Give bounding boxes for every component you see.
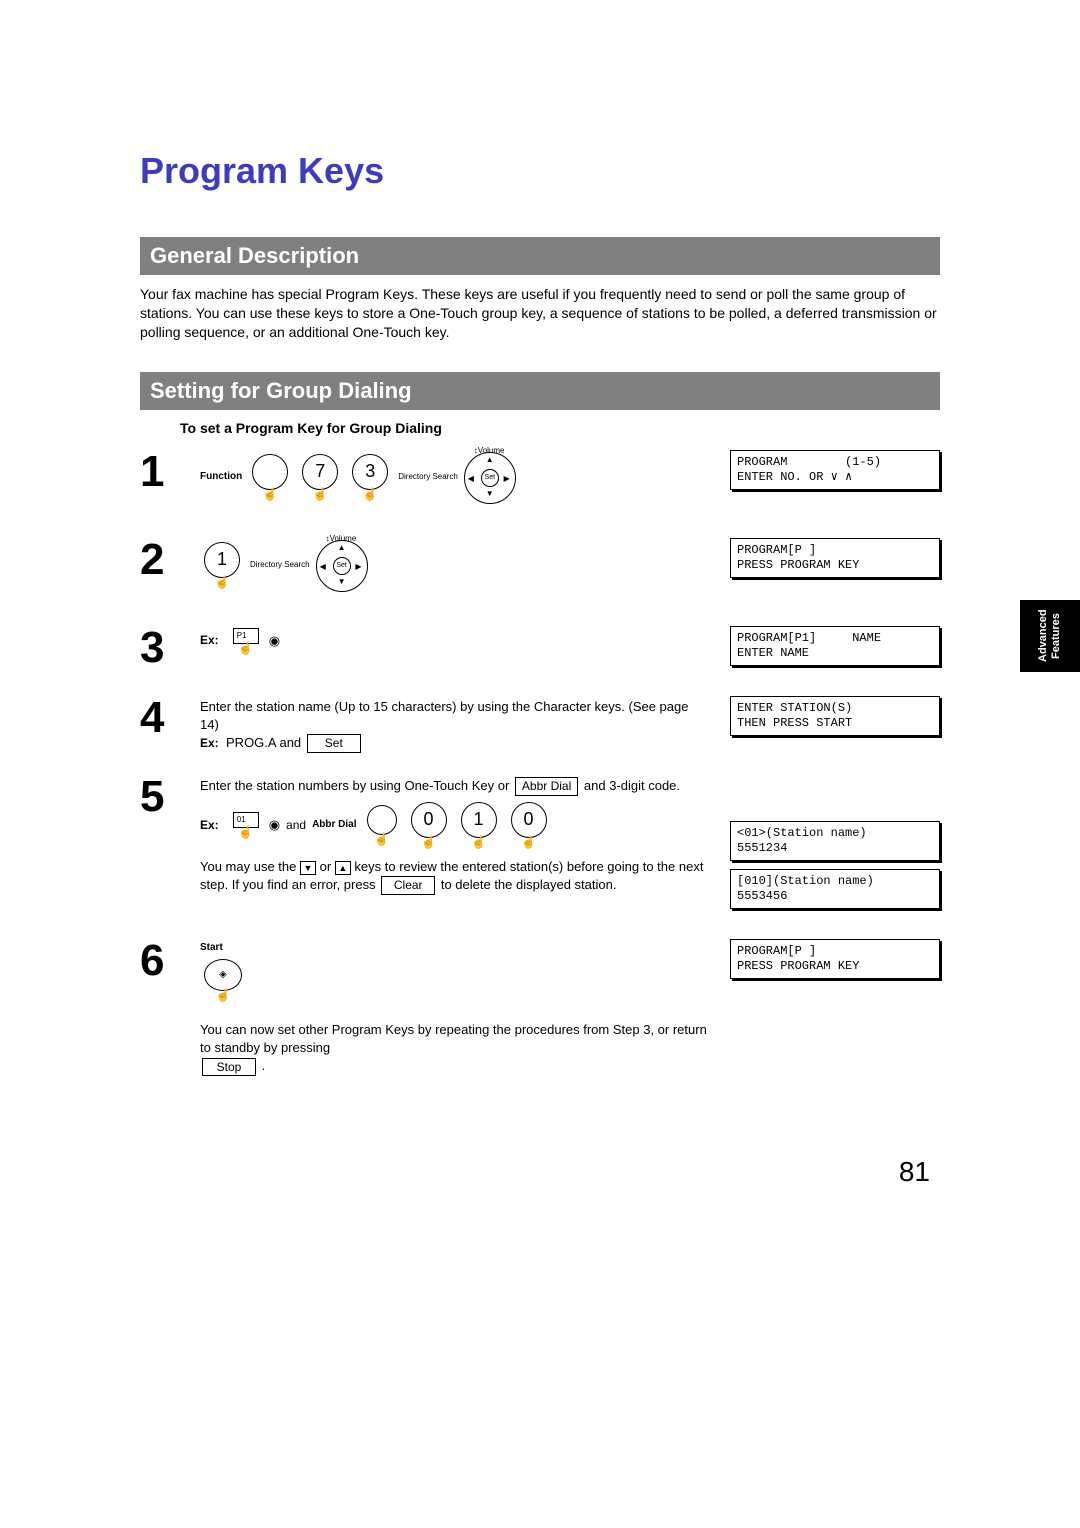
- hand-icon: ☝: [215, 576, 230, 588]
- hand-icon: ☝: [521, 836, 536, 848]
- key-1[interactable]: 1 ☝: [204, 542, 240, 588]
- side-tab: Advanced Features: [1020, 600, 1080, 672]
- step-text: Enter the station numbers by using One-T…: [200, 778, 509, 793]
- directory-search-label: Directory Search: [250, 561, 310, 569]
- record-icon: ◉: [269, 632, 280, 650]
- function-key[interactable]: ☝: [252, 454, 288, 500]
- key-0b[interactable]: 0 ☝: [511, 802, 547, 848]
- lcd-display: PROGRAM[P ] PRESS PROGRAM KEY: [730, 939, 940, 979]
- key-p1[interactable]: P1 ☝: [233, 628, 259, 654]
- hand-icon: ☝: [216, 989, 231, 1001]
- step-3: 3 Ex: P1 ☝ ◉ PROGRAM[P1] NAME ENTER NAME: [140, 622, 940, 674]
- step-body: Function ☝ 7 ☝ 3 ☝ Directory Search Set: [200, 446, 730, 502]
- step-1: 1 Function ☝ 7 ☝ 3 ☝ Directory Search: [140, 446, 940, 516]
- down-arrow-key[interactable]: ▼: [300, 861, 316, 875]
- start-label: Start: [200, 941, 223, 955]
- step-2: 2 1 ☝ Directory Search Set ▲ ▼ ◀ ▶ ↕Volu…: [140, 534, 940, 604]
- step-body: 1 ☝ Directory Search Set ▲ ▼ ◀ ▶ ↕Volume: [200, 534, 730, 590]
- step-body: Start ◈ ☝ You can now set other Program …: [200, 935, 730, 1076]
- ex-label: Ex:: [200, 736, 222, 750]
- general-description-body: Your fax machine has special Program Key…: [140, 285, 940, 342]
- step-body: Enter the station numbers by using One-T…: [200, 771, 730, 895]
- step-number: 4: [140, 692, 200, 740]
- step-6: 6 Start ◈ ☝ You can now set other Progra…: [140, 935, 940, 1076]
- lcd-display: PROGRAM (1-5) ENTER NO. OR ∨ ∧: [730, 450, 940, 490]
- key-3[interactable]: 3 ☝: [352, 454, 388, 500]
- nav-set-key[interactable]: Set ▲ ▼ ◀ ▶: [316, 540, 366, 590]
- lcd-display: [010](Station name) 5553456: [730, 869, 940, 909]
- step-number: 5: [140, 771, 200, 819]
- lcd-display: PROGRAM[P ] PRESS PROGRAM KEY: [730, 538, 940, 578]
- step-text: and 3-digit code.: [584, 778, 680, 793]
- step-body: Enter the station name (Up to 15 charact…: [200, 692, 730, 753]
- step-text: or: [320, 859, 335, 874]
- step-number: 2: [140, 534, 200, 582]
- step-number: 6: [140, 935, 200, 983]
- key-7[interactable]: 7 ☝: [302, 454, 338, 500]
- step-number: 1: [140, 446, 200, 494]
- nav-set-key[interactable]: Set ▲ ▼ ◀ ▶: [464, 452, 514, 502]
- hand-icon: ☝: [471, 836, 486, 848]
- ex-label: Ex:: [200, 817, 219, 834]
- onetouch-01[interactable]: 01 ☝: [233, 812, 259, 838]
- step-number: 3: [140, 622, 200, 670]
- section-setting-heading: Setting for Group Dialing: [140, 372, 940, 410]
- step-text: to delete the displayed station.: [441, 877, 617, 892]
- up-arrow-key[interactable]: ▲: [335, 861, 351, 875]
- hand-icon: ☝: [263, 488, 278, 500]
- abbr-dial-key[interactable]: ☝: [367, 805, 397, 845]
- hand-icon: ☝: [374, 833, 389, 845]
- key-1[interactable]: 1 ☝: [461, 802, 497, 848]
- clear-key-box[interactable]: Clear: [381, 876, 435, 895]
- hand-icon: ☝: [238, 826, 253, 838]
- step-4: 4 Enter the station name (Up to 15 chara…: [140, 692, 940, 753]
- directory-search-label: Directory Search: [398, 473, 458, 481]
- set-key-box[interactable]: Set: [307, 734, 361, 753]
- start-icon: ◈: [219, 968, 227, 982]
- ex-value: PROG.A and: [226, 735, 301, 750]
- lcd-display: ENTER STATION(S) THEN PRESS START: [730, 696, 940, 736]
- start-key[interactable]: ◈ ☝: [204, 959, 242, 1001]
- abbr-dial-box[interactable]: Abbr Dial: [515, 777, 578, 796]
- hand-icon: ☝: [363, 488, 378, 500]
- key-0[interactable]: 0 ☝: [411, 802, 447, 848]
- ex-label: Ex:: [200, 632, 219, 649]
- function-label: Function: [200, 470, 242, 484]
- step-text: You can now set other Program Keys by re…: [200, 1022, 707, 1055]
- abbr-dial-label: Abbr Dial: [312, 818, 356, 832]
- hand-icon: ☝: [421, 836, 436, 848]
- step-text: You may use the: [200, 859, 300, 874]
- hand-icon: ☝: [313, 488, 328, 500]
- and-label: and: [286, 817, 306, 834]
- page-title: Program Keys: [140, 150, 940, 192]
- step-body: Ex: P1 ☝ ◉: [200, 622, 730, 654]
- step-5: 5 Enter the station numbers by using One…: [140, 771, 940, 917]
- lcd-display: PROGRAM[P1] NAME ENTER NAME: [730, 626, 940, 666]
- stop-key-box[interactable]: Stop: [202, 1058, 256, 1077]
- period: .: [262, 1058, 266, 1073]
- section-general-heading: General Description: [140, 237, 940, 275]
- setting-subhead: To set a Program Key for Group Dialing: [180, 420, 940, 436]
- page-number: 81: [899, 1156, 930, 1188]
- page-content: Program Keys General Description Your fa…: [0, 0, 1080, 1076]
- step-text: Enter the station name (Up to 15 charact…: [200, 699, 688, 732]
- lcd-display: <01>(Station name) 5551234: [730, 821, 940, 861]
- hand-icon: ☝: [238, 642, 253, 654]
- record-icon: ◉: [269, 816, 280, 834]
